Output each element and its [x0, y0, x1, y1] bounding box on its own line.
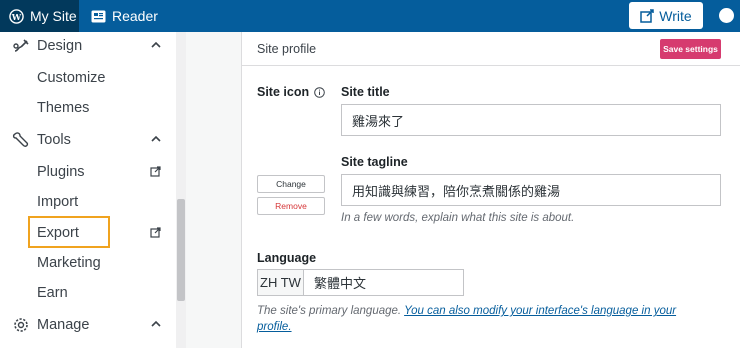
language-label: Language — [257, 251, 317, 265]
sidebar-item-label: Earn — [37, 285, 68, 301]
reader-label: Reader — [112, 8, 158, 24]
site-icon-label: Site icon — [257, 85, 310, 99]
remove-icon-button[interactable]: Remove — [257, 197, 325, 215]
sidebar-section-label: Design — [37, 38, 83, 54]
sidebar-item-themes[interactable]: Themes — [0, 95, 176, 121]
sidebar-section-tools[interactable]: Tools — [0, 127, 176, 153]
write-button[interactable]: Write — [629, 2, 703, 29]
my-site-label: My Site — [30, 8, 77, 24]
site-title-label: Site title — [341, 85, 390, 99]
site-tagline-label: Site tagline — [341, 155, 408, 169]
sidebar-item-label: Plugins — [37, 164, 85, 180]
svg-text:W: W — [11, 11, 22, 21]
sidebar-section-label: Tools — [37, 132, 71, 148]
chevron-up-icon — [151, 320, 161, 327]
sidebar-section-manage[interactable]: Manage — [0, 312, 176, 338]
save-settings-button[interactable]: Save settings — [660, 39, 721, 59]
language-hint: The site's primary language. You can als… — [257, 303, 697, 335]
language-select[interactable]: 繁體中文 — [303, 269, 464, 296]
card-title: Site profile — [257, 42, 317, 56]
my-site-tab[interactable]: W My Site — [0, 0, 79, 32]
sidebar-item-label: Import — [37, 194, 79, 210]
change-icon-button[interactable]: Change — [257, 175, 325, 193]
site-title-input[interactable]: 雞湯來了 — [341, 104, 721, 136]
sidebar-scrollbar-thumb[interactable] — [177, 199, 185, 301]
language-hint-text: The site's primary language. — [257, 305, 405, 317]
sidebar-item-label: Customize — [37, 70, 106, 86]
sidebar-item-earn[interactable]: Earn — [0, 280, 176, 306]
write-icon — [640, 8, 655, 23]
wordpress-icon: W — [9, 8, 24, 24]
sidebar-section-design[interactable]: Design — [0, 33, 176, 59]
sidebar-item-label: Themes — [37, 100, 90, 116]
avatar[interactable] — [719, 8, 734, 23]
external-link-icon — [150, 166, 161, 177]
tagline-hint: In a few words, explain what this site i… — [341, 212, 575, 224]
sidebar-item-customize[interactable]: Customize — [0, 65, 176, 91]
chevron-up-icon — [151, 135, 161, 142]
write-label: Write — [659, 7, 692, 24]
sidebar-item-import[interactable]: Import — [0, 189, 176, 215]
site-tagline-input[interactable]: 用知識與練習，陪你烹煮關係的雞湯 — [341, 174, 721, 206]
sidebar-item-marketing[interactable]: Marketing — [0, 250, 176, 276]
sidebar: Design Customize Themes Tools Plugins Im… — [0, 32, 186, 348]
brush-icon — [13, 39, 29, 52]
wrench-icon — [12, 132, 29, 148]
reader-icon — [91, 10, 106, 22]
external-link-icon — [150, 227, 161, 238]
sidebar-item-plugins[interactable]: Plugins — [0, 159, 176, 185]
info-icon[interactable] — [314, 87, 325, 98]
language-code: ZH TW — [257, 269, 303, 296]
gear-icon — [14, 318, 28, 332]
export-highlight — [28, 216, 110, 248]
sidebar-section-label: Manage — [37, 317, 90, 333]
sidebar-item-label: Marketing — [37, 255, 101, 271]
chevron-up-icon — [151, 41, 161, 48]
reader-tab[interactable]: Reader — [91, 0, 158, 32]
top-bar: W My Site Reader Write — [0, 0, 740, 32]
